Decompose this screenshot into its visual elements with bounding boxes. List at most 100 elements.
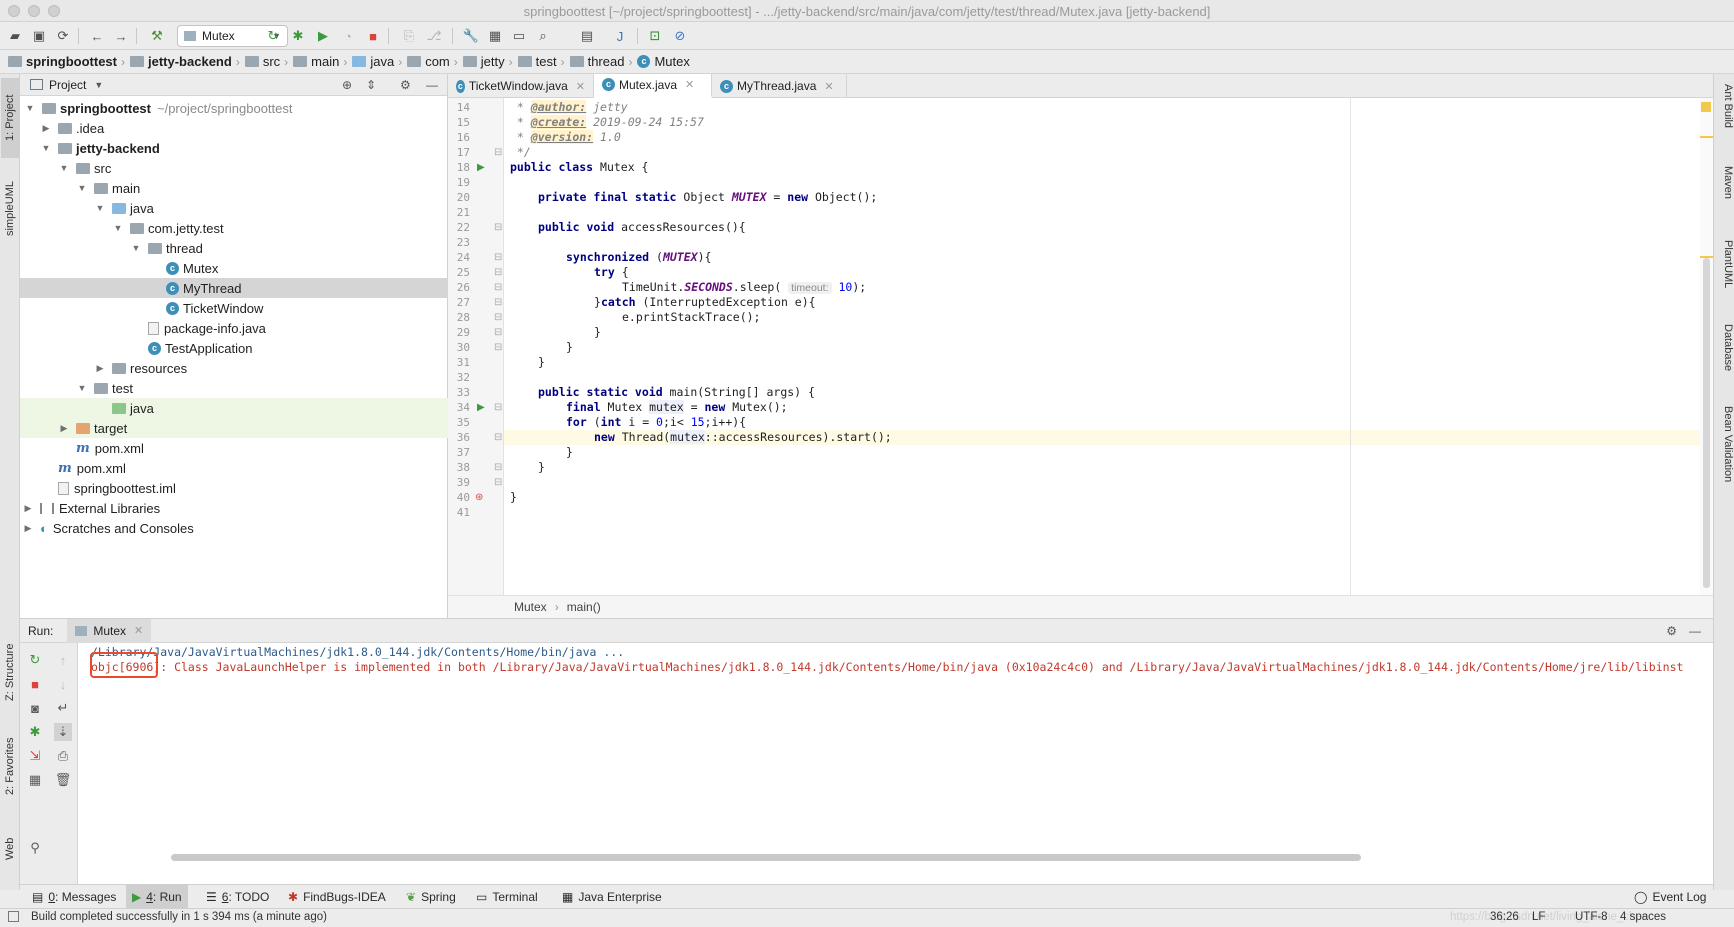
- fold-icon[interactable]: ⊟: [494, 475, 502, 490]
- fold-icon[interactable]: ⊟: [494, 310, 502, 325]
- close-icon[interactable]: ✕: [576, 80, 585, 93]
- findbugs-tool-tab[interactable]: ✱ FindBugs-IDEA: [288, 885, 386, 909]
- fold-icon[interactable]: ⊟: [494, 250, 502, 265]
- code-editor[interactable]: * @author: jetty * @create: 2019-09-24 1…: [504, 98, 1708, 595]
- minimize-panel-icon[interactable]: —: [1689, 624, 1701, 638]
- tree-item-package[interactable]: ▼ com.jetty.test: [20, 218, 448, 238]
- chevron-down-icon[interactable]: ▼: [94, 80, 103, 90]
- scrollbar-thumb[interactable]: [1703, 258, 1710, 588]
- close-icon[interactable]: ✕: [824, 80, 833, 93]
- tree-item-java-test[interactable]: java: [20, 398, 448, 418]
- crumb-src[interactable]: src: [244, 54, 280, 69]
- database-tool-tab[interactable]: Database: [1716, 324, 1734, 394]
- fold-icon[interactable]: ⊟: [494, 280, 502, 295]
- fold-icon[interactable]: ⊟: [494, 325, 502, 340]
- panel-toggle-icon[interactable]: [8, 911, 19, 922]
- plantuml-tool-tab[interactable]: PlantUML: [1716, 240, 1734, 310]
- tree-item-mutex[interactable]: c Mutex: [20, 258, 448, 278]
- gear-icon[interactable]: ⚙: [400, 78, 411, 92]
- close-icon[interactable]: ✕: [685, 78, 694, 91]
- build-hammer-icon[interactable]: ⚒: [148, 27, 166, 45]
- crumb-jetty[interactable]: jetty: [462, 54, 505, 69]
- tree-item-idea[interactable]: ▶ .idea: [20, 118, 448, 138]
- editor-crumb-class[interactable]: Mutex: [514, 600, 547, 614]
- crumb-com[interactable]: com: [407, 54, 450, 69]
- tree-item-iml[interactable]: springboottest.iml: [20, 478, 448, 498]
- caret-position[interactable]: 36:26: [1490, 911, 1519, 923]
- status-message[interactable]: Build completed successfully in 1 s 394 …: [31, 911, 327, 923]
- debug-bug-icon[interactable]: ✱: [26, 723, 44, 741]
- tree-item-springboottest[interactable]: ▼ springboottest ~/project/springboottest: [20, 98, 448, 118]
- pin-icon[interactable]: ⚲: [26, 839, 44, 857]
- stop-icon[interactable]: ■: [364, 27, 382, 45]
- tree-item-main[interactable]: ▼ main: [20, 178, 448, 198]
- spring-tool-tab[interactable]: ❦ Spring: [406, 885, 456, 909]
- collapse-all-icon[interactable]: ⇕: [366, 78, 376, 92]
- tree-item-external-libraries[interactable]: ▶ External Libraries: [20, 498, 448, 518]
- file-encoding[interactable]: UTF-8: [1575, 911, 1608, 923]
- editor-scrollbar[interactable]: [1700, 98, 1713, 595]
- attach-icon[interactable]: ⎘: [400, 27, 418, 45]
- tasks-icon[interactable]: ▤: [578, 27, 596, 45]
- tree-item-test[interactable]: ▼ test: [20, 378, 448, 398]
- debug-bug-icon[interactable]: ✱: [289, 27, 307, 45]
- gear-icon[interactable]: ⚙: [1666, 624, 1677, 638]
- crumb-main[interactable]: main: [293, 54, 339, 69]
- tree-item-jetty-backend[interactable]: ▼ jetty-backend: [20, 138, 448, 158]
- arrow-down-icon[interactable]: ↓: [54, 675, 72, 693]
- run-gutter-icon[interactable]: ▶: [477, 400, 485, 415]
- crumb-thread[interactable]: thread: [569, 54, 624, 69]
- minimize-panel-icon[interactable]: —: [426, 78, 438, 92]
- tree-item-scratches[interactable]: ▶ ◐ Scratches and Consoles: [20, 518, 448, 538]
- fold-icon[interactable]: ⊟: [494, 400, 502, 415]
- run-tab-mutex[interactable]: Mutex ✕: [67, 618, 152, 643]
- tree-item-target[interactable]: ▶ target: [20, 418, 448, 438]
- trash-icon[interactable]: 🗑: [54, 771, 72, 789]
- fold-icon[interactable]: ⊟: [494, 460, 502, 475]
- tree-item-ticketwindow[interactable]: c TicketWindow: [20, 298, 448, 318]
- save-icon[interactable]: ▣: [30, 27, 48, 45]
- arrow-up-icon[interactable]: ↑: [54, 651, 72, 669]
- vcs-icon[interactable]: ⎇: [425, 27, 443, 45]
- event-log-tool-tab[interactable]: ◯ Event Log: [1634, 885, 1706, 909]
- tree-item-thread[interactable]: ▼ thread: [20, 238, 448, 258]
- jrebel-icon[interactable]: J: [611, 27, 629, 45]
- maven-tool-tab[interactable]: Maven: [1716, 166, 1734, 226]
- profile-icon[interactable]: ◔: [339, 27, 357, 45]
- todo-tool-tab[interactable]: ☰ 6: TODO: [206, 885, 269, 909]
- run-tool-tab[interactable]: ▶ 4: Run: [126, 885, 188, 909]
- run-coverage-icon[interactable]: ▶: [314, 27, 332, 45]
- tree-item-src[interactable]: ▼ src: [20, 158, 448, 178]
- wrench-icon[interactable]: 🔧: [462, 27, 480, 45]
- indent-setting[interactable]: 4 spaces: [1620, 911, 1666, 923]
- line-separator[interactable]: LF: [1532, 911, 1545, 923]
- tree-item-pom-module[interactable]: m pom.xml: [20, 438, 448, 458]
- layout-icon[interactable]: ▦: [26, 771, 44, 789]
- fold-icon[interactable]: ⊟: [494, 265, 502, 280]
- tab-ticketwindow[interactable]: c TicketWindow.java ✕: [448, 74, 594, 98]
- tab-mythread[interactable]: c MyThread.java ✕: [712, 74, 847, 98]
- fold-icon[interactable]: ⊟: [494, 145, 502, 160]
- tree-item-mythread[interactable]: c MyThread: [20, 278, 448, 298]
- terminal-window-icon[interactable]: ▭: [510, 27, 528, 45]
- back-arrow-icon[interactable]: ←: [88, 27, 106, 45]
- tree-item-java-main[interactable]: ▼ java: [20, 198, 448, 218]
- rerun-icon[interactable]: ↻: [264, 27, 282, 45]
- inspection-status-icon[interactable]: [1701, 102, 1711, 112]
- stop-icon[interactable]: ■: [26, 675, 44, 693]
- web-tool-tab[interactable]: Web: [1, 822, 19, 876]
- messages-tool-tab[interactable]: ▤ 0: Messages: [32, 885, 116, 909]
- breakpoint-warning-icon[interactable]: ⊛: [475, 490, 483, 505]
- simpleuml-tool-tab[interactable]: simpleUML: [1, 166, 19, 250]
- exit-icon[interactable]: ⇲: [26, 747, 44, 765]
- fold-icon[interactable]: ⊟: [494, 295, 502, 310]
- ant-build-tool-tab[interactable]: Ant Build: [1716, 84, 1734, 154]
- console-output[interactable]: /Library/Java/JavaVirtualMachines/jdk1.8…: [79, 643, 1700, 865]
- close-icon[interactable]: ✕: [134, 624, 143, 637]
- project-view-label[interactable]: Project: [49, 78, 86, 92]
- project-structure-icon[interactable]: ▦: [486, 27, 504, 45]
- terminal-tool-tab[interactable]: ▭ Terminal: [476, 885, 538, 909]
- camera-icon[interactable]: ◙: [26, 699, 44, 717]
- tree-item-package-info[interactable]: package-info.java: [20, 318, 448, 338]
- fold-icon[interactable]: ⊟: [494, 340, 502, 355]
